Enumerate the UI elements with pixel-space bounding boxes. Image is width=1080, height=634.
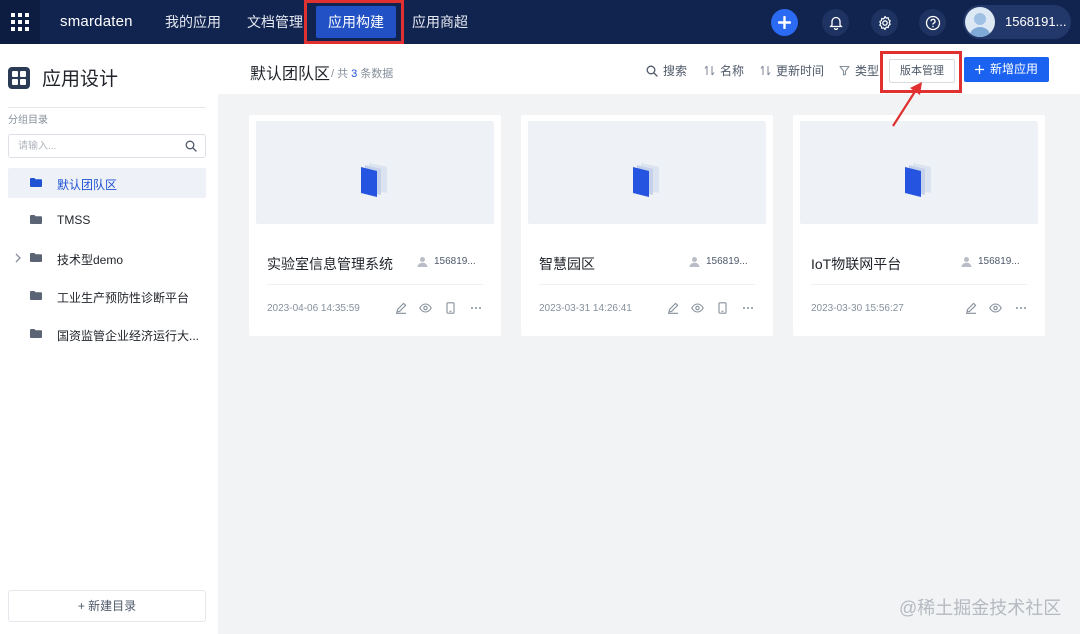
- folder-icon: [30, 215, 42, 224]
- edit-icon[interactable]: [963, 301, 978, 315]
- type-filter-button[interactable]: 类型: [839, 62, 879, 79]
- plus-icon: [778, 16, 791, 29]
- folder-icon: [30, 178, 42, 187]
- annotation-arrow-icon: [892, 82, 922, 127]
- new-directory-button[interactable]: + 新建目录: [8, 590, 206, 622]
- app-thumbnail: [256, 121, 494, 224]
- app-owner: 156819...: [689, 256, 748, 267]
- app-cube-icon: [361, 163, 387, 197]
- mobile-icon[interactable]: [443, 301, 458, 315]
- more-icon[interactable]: [1013, 301, 1028, 315]
- app-card[interactable]: 实验室信息管理系统 156819... 2023-04-06 14:35:59: [249, 115, 501, 336]
- app-name: IoT物联网平台: [811, 256, 902, 272]
- folder-icon: [30, 329, 42, 338]
- directory-search-input[interactable]: [9, 135, 179, 157]
- more-icon[interactable]: [468, 301, 483, 315]
- app-card[interactable]: IoT物联网平台 156819... 2023-03-30 15:56:27: [793, 115, 1045, 336]
- app-owner: 156819...: [961, 256, 1020, 267]
- highlight-box-app-build: [304, 0, 404, 44]
- username: 1568191...: [1005, 14, 1067, 29]
- divider: [811, 284, 1027, 285]
- sidebar-header: 应用设计: [8, 64, 118, 91]
- app-thumbnail: [800, 121, 1038, 224]
- watermark: @稀土掘金技术社区: [899, 598, 1062, 618]
- grid-icon: [11, 13, 29, 31]
- sidebar-title: 应用设计: [42, 69, 119, 90]
- user-icon: [961, 257, 972, 267]
- user-icon: [417, 257, 428, 267]
- avatar: [965, 7, 995, 37]
- sort-icon: [760, 65, 771, 76]
- group-directory-label: 分组目录: [8, 115, 48, 126]
- nav-my-apps[interactable]: 我的应用: [165, 0, 221, 44]
- sidebar-item-default-team[interactable]: 默认团队区: [8, 168, 206, 198]
- brand-logo[interactable]: smardaten: [60, 13, 133, 30]
- edit-icon[interactable]: [393, 301, 408, 315]
- help-icon: [925, 15, 940, 30]
- preview-icon[interactable]: [988, 301, 1003, 315]
- top-navigation-bar: smardaten 我的应用 文档管理 应用构建 应用商超 1568191...: [0, 0, 1080, 44]
- sidebar-item-tech-demo[interactable]: 技术型demo: [8, 243, 206, 273]
- nav-app-store[interactable]: 应用商超: [412, 0, 468, 44]
- edit-icon[interactable]: [665, 301, 680, 315]
- sidebar-item-label: TMSS: [57, 213, 91, 227]
- divider: [8, 107, 206, 108]
- divider: [267, 284, 483, 285]
- settings-button[interactable]: [871, 9, 898, 36]
- filter-icon: [839, 65, 850, 76]
- app-card[interactable]: 智慧园区 156819... 2023-03-31 14:26:41: [521, 115, 773, 336]
- app-thumbnail: [528, 121, 766, 224]
- sidebar-item-label: 默认团队区: [57, 178, 118, 192]
- app-cube-icon: [633, 163, 659, 197]
- user-icon: [689, 257, 700, 267]
- add-app-button[interactable]: 新增应用: [964, 57, 1049, 82]
- sidebar-item-tmss[interactable]: TMSS: [8, 205, 206, 235]
- folder-icon: [30, 291, 42, 300]
- help-button[interactable]: [919, 9, 946, 36]
- sidebar-item-industrial-diagnosis[interactable]: 工业生产预防性诊断平台: [8, 281, 206, 311]
- app-name: 智慧园区: [539, 256, 595, 272]
- sort-icon: [704, 65, 715, 76]
- notification-button[interactable]: [822, 9, 849, 36]
- search-tool-button[interactable]: 搜索: [646, 62, 687, 79]
- app-actions: [665, 301, 755, 315]
- gear-icon: [878, 15, 891, 30]
- user-menu[interactable]: 1568191...: [963, 5, 1071, 39]
- more-icon[interactable]: [740, 301, 755, 315]
- directory-search: [8, 134, 206, 158]
- search-icon: [646, 65, 658, 77]
- app-updated-time: 2023-03-30 15:56:27: [811, 303, 904, 314]
- app-actions: [393, 301, 483, 315]
- app-actions: [963, 301, 1028, 315]
- search-icon[interactable]: [185, 140, 197, 152]
- mobile-icon[interactable]: [715, 301, 730, 315]
- app-owner: 156819...: [417, 256, 476, 267]
- divider: [539, 284, 755, 285]
- sort-by-update-time-button[interactable]: 更新时间: [760, 62, 824, 79]
- sidebar-item-label: 技术型demo: [57, 253, 124, 267]
- sidebar-item-label: 国资监管企业经济运行大...: [57, 329, 200, 343]
- preview-icon[interactable]: [690, 301, 705, 315]
- plus-icon: [974, 65, 984, 74]
- sidebar-item-state-assets[interactable]: 国资监管企业经济运行大...: [8, 319, 206, 349]
- app-name: 实验室信息管理系统: [267, 256, 393, 272]
- record-count: / 共 3 条数据: [331, 68, 394, 80]
- app-design-icon: [8, 66, 30, 89]
- sidebar: 应用设计 分组目录 默认团队区 TMSS 技术型demo 工业生产预防性诊断平台…: [0, 44, 218, 634]
- chevron-right-icon[interactable]: [14, 253, 22, 263]
- sidebar-item-label: 工业生产预防性诊断平台: [57, 291, 190, 305]
- bell-icon: [828, 16, 843, 30]
- page-title: 默认团队区: [250, 66, 331, 83]
- folder-icon: [30, 253, 42, 262]
- app-cube-icon: [905, 163, 931, 197]
- app-updated-time: 2023-03-31 14:26:41: [539, 303, 632, 314]
- quick-add-button[interactable]: [771, 9, 798, 36]
- sort-by-name-button[interactable]: 名称: [704, 62, 744, 79]
- app-updated-time: 2023-04-06 14:35:59: [267, 303, 360, 314]
- app-grid-menu-button[interactable]: [0, 0, 40, 44]
- nav-doc-management[interactable]: 文档管理: [247, 0, 303, 44]
- preview-icon[interactable]: [418, 301, 433, 315]
